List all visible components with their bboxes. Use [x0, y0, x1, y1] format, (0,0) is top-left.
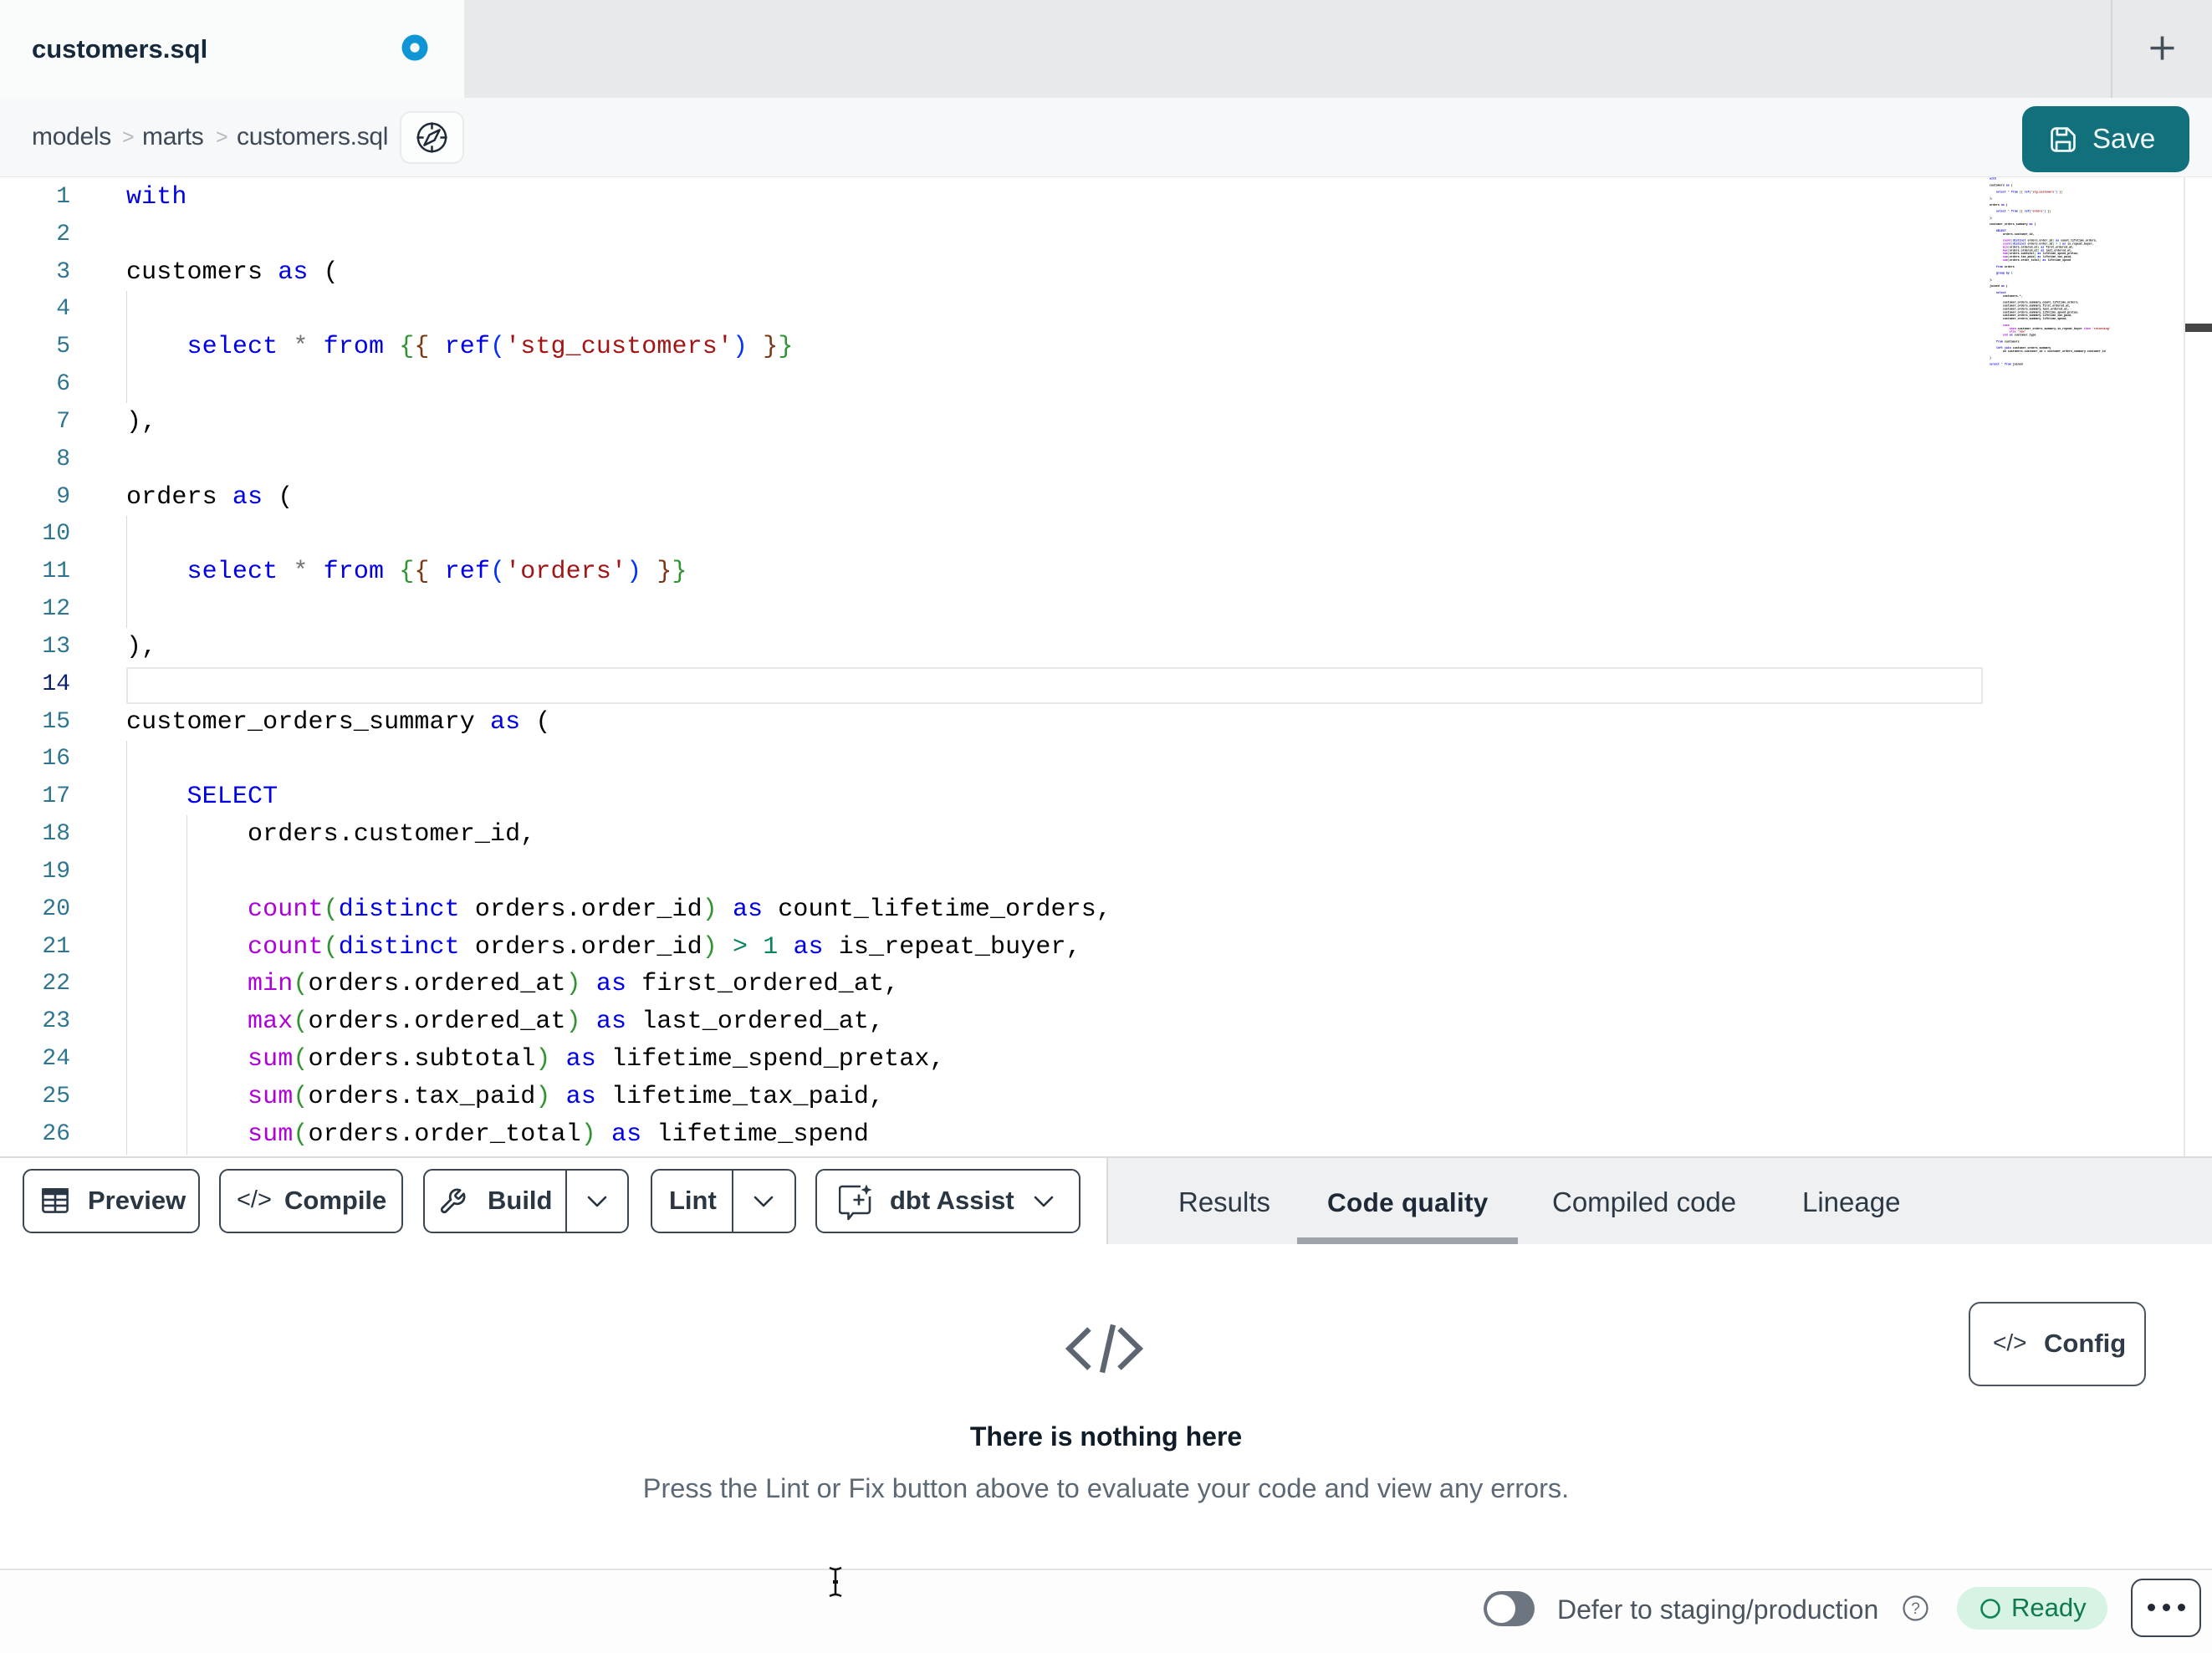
svg-text:?: ?: [1911, 1600, 1920, 1618]
